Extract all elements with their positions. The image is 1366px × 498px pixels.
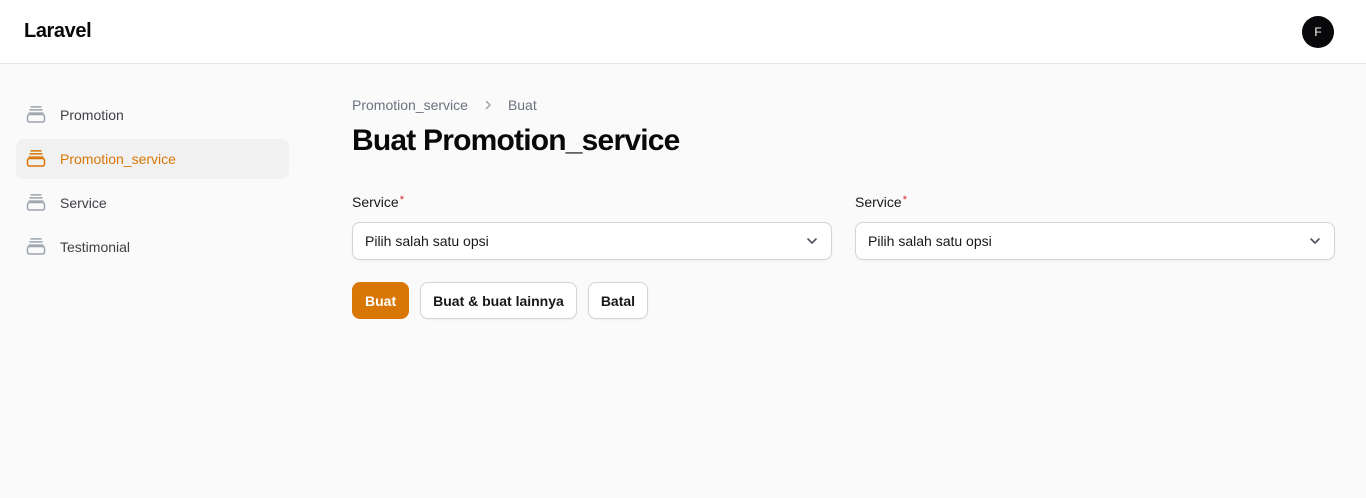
user-avatar[interactable]: F <box>1302 16 1334 48</box>
field-label: Service* <box>352 194 404 210</box>
stack-icon <box>24 235 48 259</box>
sidebar-item-label: Promotion <box>60 107 124 123</box>
required-mark: * <box>399 194 404 206</box>
create-another-button[interactable]: Buat & buat lainnya <box>420 282 577 319</box>
sidebar-item-promotion[interactable]: Promotion <box>16 95 289 135</box>
service-field-1: Service* Pilih salah satu opsi <box>352 194 832 260</box>
form-actions: Buat Buat & buat lainnya Batal <box>352 282 659 319</box>
stack-icon <box>24 191 48 215</box>
cancel-button[interactable]: Batal <box>587 282 649 319</box>
required-mark: * <box>902 194 907 206</box>
breadcrumb-link[interactable]: Promotion_service <box>352 97 468 113</box>
sidebar-item-service[interactable]: Service <box>16 183 289 223</box>
sidebar-item-promotion-service[interactable]: Promotion_service <box>16 139 289 179</box>
create-button[interactable]: Buat <box>352 282 410 319</box>
stack-icon <box>24 147 48 171</box>
sidebar-item-label: Promotion_service <box>60 151 176 167</box>
chevron-right-icon <box>482 99 494 111</box>
select-value: Pilih salah satu opsi <box>868 233 992 249</box>
sidebar-item-label: Service <box>60 195 107 211</box>
stack-icon <box>24 103 48 127</box>
brand-logo[interactable]: Laravel <box>24 20 92 43</box>
service-select-1[interactable]: Pilih salah satu opsi <box>352 222 832 260</box>
service-field-2: Service* Pilih salah satu opsi <box>855 194 1335 260</box>
chevron-down-icon <box>805 234 819 248</box>
field-label: Service* <box>855 194 907 210</box>
sidebar-item-label: Testimonial <box>60 239 131 255</box>
chevron-down-icon <box>1308 234 1322 248</box>
breadcrumb: Promotion_service Buat <box>352 97 537 113</box>
sidebar: Promotion Promotion_service Service Test… <box>16 95 289 271</box>
breadcrumb-current: Buat <box>507 97 537 113</box>
sidebar-item-testimonial[interactable]: Testimonial <box>16 227 289 267</box>
top-bar: Laravel F <box>0 0 1366 64</box>
page-title: Buat Promotion_service <box>352 124 680 157</box>
service-select-2[interactable]: Pilih salah satu opsi <box>855 222 1335 260</box>
select-value: Pilih salah satu opsi <box>365 233 489 249</box>
